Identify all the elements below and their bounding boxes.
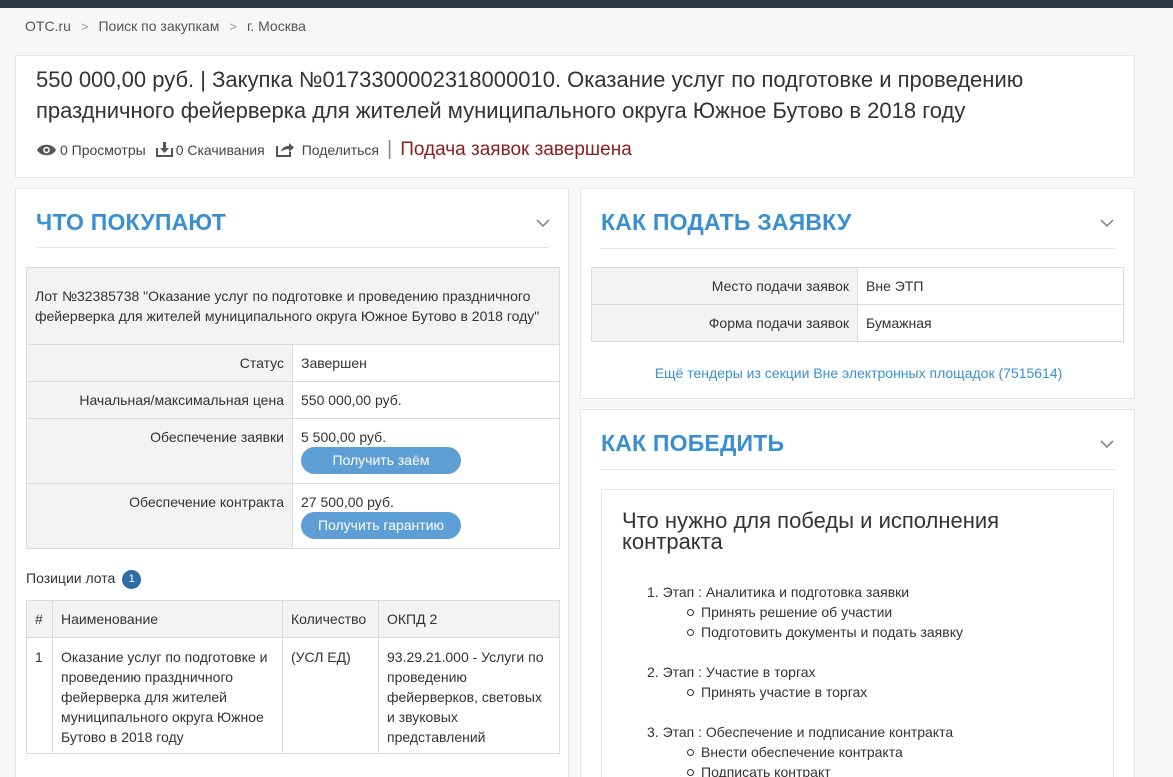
contract-security-label: Обеспечение контракта xyxy=(26,483,293,549)
share-icon xyxy=(275,143,294,157)
positions-heading: Позиции лота 1 xyxy=(26,570,142,589)
stage-label: 3. Этап : Обеспечение и подписание контр… xyxy=(647,724,954,740)
list-item: Подготовить документы и подать заявку xyxy=(647,622,963,642)
apply-table: Место подачи заявок Вне ЭТП Форма подачи… xyxy=(591,267,1124,342)
apply-section-title: КАК ПОДАТЬ ЗАЯВКУ xyxy=(601,209,852,235)
lot-title: Лот №32385738 "Оказание услуг по подгото… xyxy=(26,267,560,345)
stage-step: Принять участие в торгах xyxy=(701,684,868,700)
chevron-down-icon[interactable] xyxy=(536,216,550,230)
tender-header: 550 000,00 руб. | Закупка №0173300002318… xyxy=(15,55,1135,178)
eye-icon xyxy=(37,144,56,155)
list-item: Подписать контракт xyxy=(647,762,963,777)
list-item: Принять участие в торгах xyxy=(647,682,963,702)
bullet-icon xyxy=(687,748,694,756)
breadcrumb-search[interactable]: Поиск по закупкам xyxy=(98,18,219,34)
column-header: ОКПД 2 xyxy=(378,600,560,638)
stage-label: 1. Этап : Аналитика и подготовка заявки xyxy=(647,584,910,600)
downloads-label: 0 Скачивания xyxy=(175,141,265,158)
more-tenders-link[interactable]: Ещё тендеры из секции Вне электронных пл… xyxy=(581,365,1136,381)
section-divider xyxy=(601,248,1115,249)
column-header: Количество xyxy=(282,600,379,638)
stage-3: 3. Этап : Обеспечение и подписание контр… xyxy=(647,722,963,777)
positions-count-badge: 1 xyxy=(122,570,142,589)
column-header: Наименование xyxy=(52,600,283,638)
chevron-down-icon[interactable] xyxy=(1100,216,1114,230)
list-item: Внести обеспечение контракта xyxy=(647,742,963,762)
chevron-right-icon: > xyxy=(80,18,89,34)
stats-bar: 0 Просмотры 0 Скачивания Поделиться | По… xyxy=(36,138,632,161)
contract-security-value: 27 500,00 руб. xyxy=(301,494,394,510)
table-cell: 1 xyxy=(26,637,53,754)
table-cell: 93.29.21.000 - Услуги по проведению фейе… xyxy=(378,637,560,754)
column-header: # xyxy=(26,600,53,638)
get-loan-button[interactable]: Получить заём xyxy=(301,447,461,474)
share-label: Поделиться xyxy=(301,141,380,158)
get-guarantee-button[interactable]: Получить гарантию xyxy=(301,512,461,539)
positions-label: Позиции лота xyxy=(26,570,116,587)
stage-step: Подготовить документы и подать заявку xyxy=(701,624,963,640)
place-value: Вне ЭТП xyxy=(857,267,1124,305)
bid-security-label: Обеспечение заявки xyxy=(26,418,293,484)
form-label: Форма подачи заявок xyxy=(591,304,858,342)
list-item: Принять решение об участии xyxy=(647,602,963,622)
top-bar xyxy=(0,0,1173,8)
download-icon xyxy=(155,142,173,157)
stages-list: 1. Этап : Аналитика и подготовка заявки … xyxy=(647,582,963,777)
status-value: Завершен xyxy=(292,344,560,382)
stage-2: 2. Этап : Участие в торгах Принять участ… xyxy=(647,662,963,702)
buy-section: ЧТО ПОКУПАЮТ Лот №32385738 "Оказание усл… xyxy=(15,188,569,777)
positions-table: # Наименование Количество ОКПД 2 1 Оказа… xyxy=(26,600,560,754)
table-cell: (УСЛ ЕД) xyxy=(282,637,379,754)
buy-section-title: ЧТО ПОКУПАЮТ xyxy=(36,209,226,235)
divider: | xyxy=(387,138,393,160)
views-counter: 0 Просмотры xyxy=(36,142,146,158)
form-value: Бумажная xyxy=(857,304,1124,342)
place-label: Место подачи заявок xyxy=(591,267,858,305)
status-text: Подача заявок завершена xyxy=(400,138,632,160)
table-row: 1 Оказание услуг по подготовке и проведе… xyxy=(26,637,560,754)
page-title: 550 000,00 руб. | Закупка №0173300002318… xyxy=(36,67,1024,123)
breadcrumb-region[interactable]: г. Москва xyxy=(247,18,306,34)
stage-step: Подписать контракт xyxy=(701,764,831,777)
status-label: Статус xyxy=(26,344,293,382)
bullet-icon xyxy=(687,628,694,636)
price-value: 550 000,00 руб. xyxy=(292,381,560,419)
contract-security-cell: 27 500,00 руб. Получить гарантию xyxy=(292,483,560,549)
price-label: Начальная/максимальная цена xyxy=(26,381,293,419)
win-guide-panel: Что нужно для победы и исполнения контра… xyxy=(601,489,1114,777)
breadcrumb: OTC.ru > Поиск по закупкам > г. Москва xyxy=(25,18,306,34)
stage-step: Принять решение об участии xyxy=(701,604,893,620)
lot-table: Лот №32385738 "Оказание услуг по подгото… xyxy=(26,267,560,549)
section-divider xyxy=(601,469,1115,470)
stage-label: 2. Этап : Участие в торгах xyxy=(647,664,816,680)
apply-section: КАК ПОДАТЬ ЗАЯВКУ Место подачи заявок Вн… xyxy=(580,188,1135,399)
breadcrumb-home[interactable]: OTC.ru xyxy=(25,18,71,34)
win-section-title: КАК ПОБЕДИТЬ xyxy=(601,430,785,456)
bullet-icon xyxy=(687,768,694,776)
chevron-down-icon[interactable] xyxy=(1100,437,1114,451)
table-cell: Оказание услуг по подготовке и проведени… xyxy=(52,637,283,754)
stage-step: Внести обеспечение контракта xyxy=(701,744,903,760)
win-guide-title: Что нужно для победы и исполнения контра… xyxy=(622,508,1000,554)
section-divider xyxy=(36,247,549,248)
downloads-counter: 0 Скачивания xyxy=(155,141,265,158)
share-button[interactable]: Поделиться xyxy=(275,142,379,158)
views-label: 0 Просмотры xyxy=(60,141,146,158)
bid-security-cell: 5 500,00 руб. Получить заём xyxy=(292,418,560,484)
stage-1: 1. Этап : Аналитика и подготовка заявки … xyxy=(647,582,963,642)
bullet-icon xyxy=(687,688,694,696)
bid-security-value: 5 500,00 руб. xyxy=(301,429,387,445)
bullet-icon xyxy=(687,608,694,616)
chevron-right-icon: > xyxy=(229,18,237,34)
